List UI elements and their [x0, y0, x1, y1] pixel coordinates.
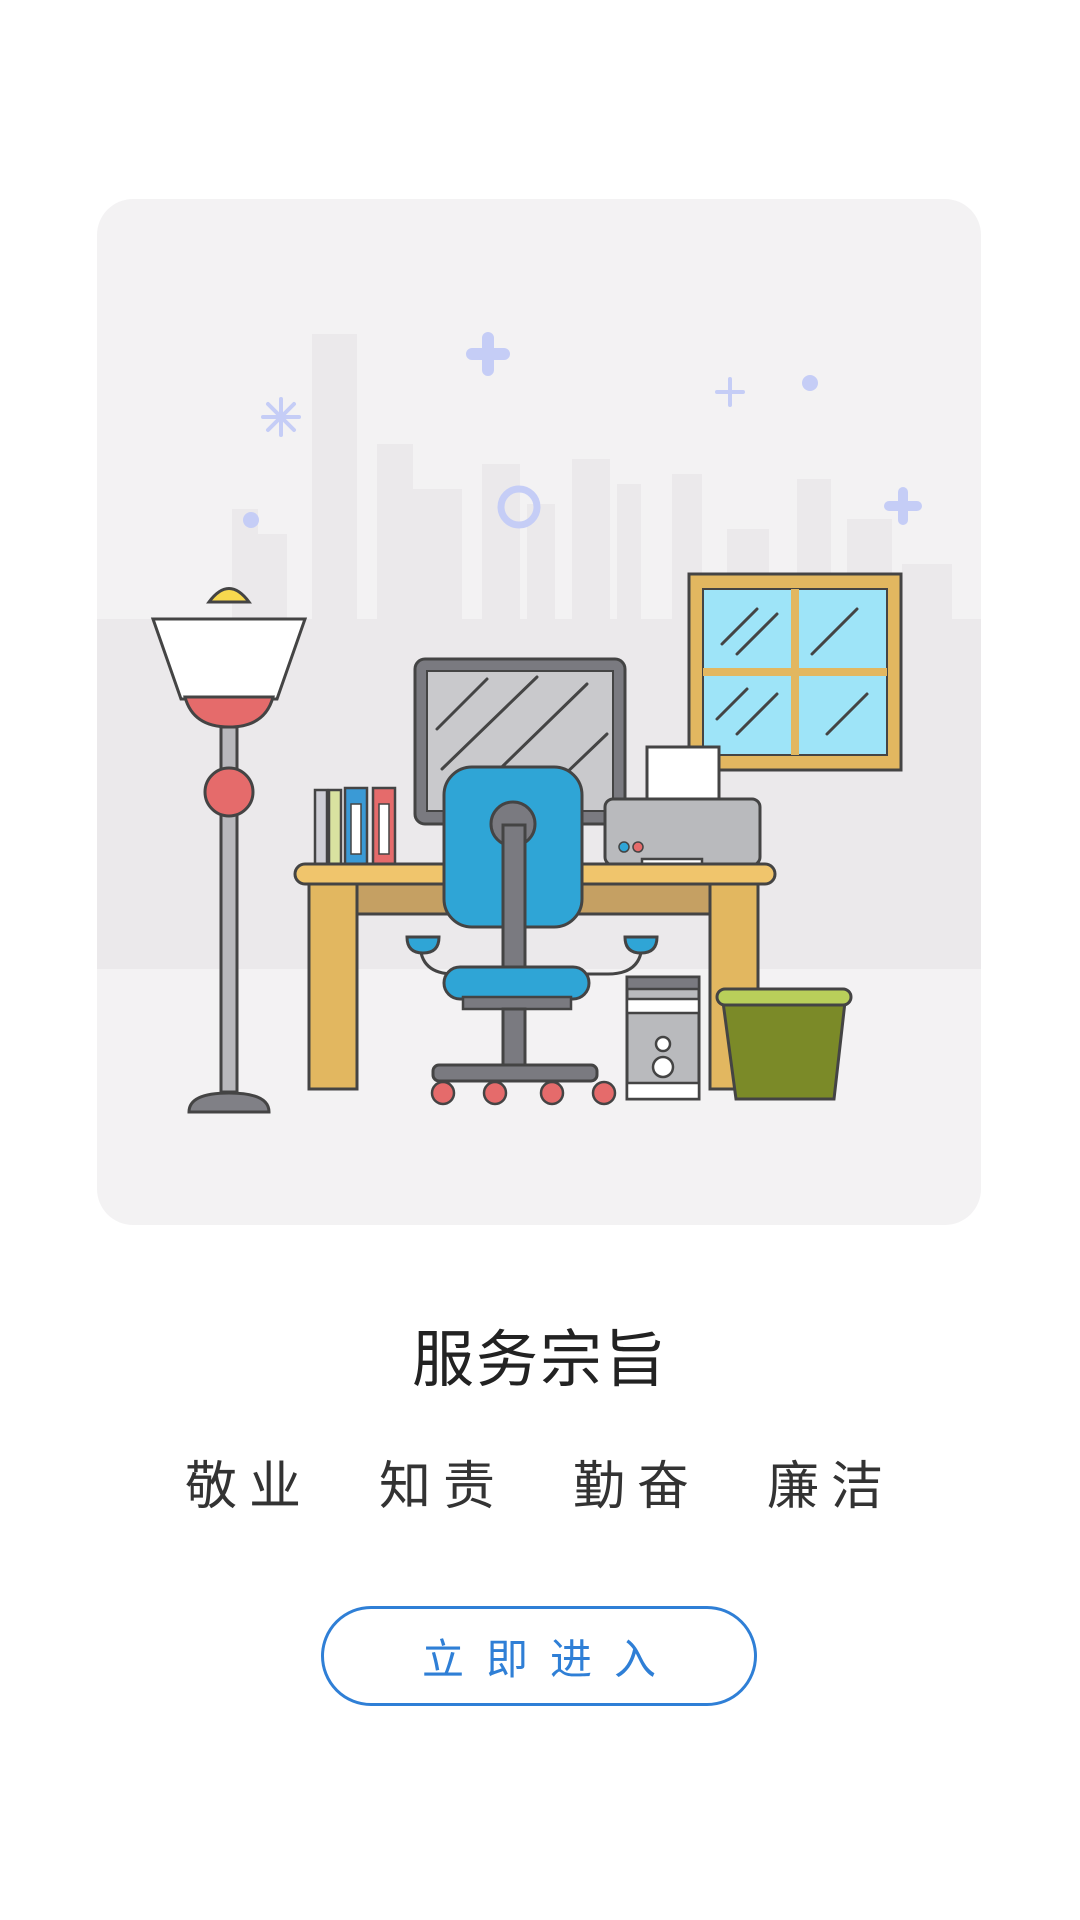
trash-bin-icon	[715, 987, 853, 1101]
service-values: 敬业 知责 勤奋 廉洁	[0, 1452, 1080, 1522]
enter-now-button[interactable]: 立即进入	[321, 1606, 757, 1706]
value-item-dedication: 敬业	[184, 1457, 313, 1517]
value-item-responsibility: 知责	[378, 1457, 507, 1517]
office-illustration	[97, 332, 981, 1114]
binders-icon	[313, 786, 397, 868]
value-item-integrity: 廉洁	[767, 1457, 896, 1517]
pc-tower-icon	[625, 975, 701, 1101]
page-title: 服务宗旨	[411, 1323, 668, 1396]
value-item-diligence: 勤奋	[573, 1457, 702, 1517]
window-icon	[687, 572, 903, 772]
illustration-card	[97, 199, 981, 1225]
